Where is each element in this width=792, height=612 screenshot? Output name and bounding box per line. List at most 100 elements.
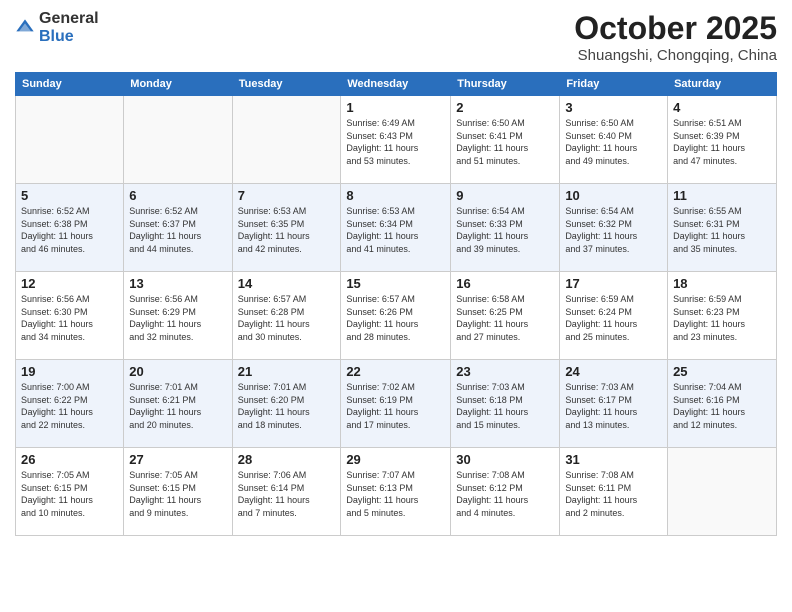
day-info: Sunrise: 6:55 AM Sunset: 6:31 PM Dayligh… [673,205,771,255]
day-info: Sunrise: 6:51 AM Sunset: 6:39 PM Dayligh… [673,117,771,167]
day-info: Sunrise: 7:01 AM Sunset: 6:20 PM Dayligh… [238,381,336,431]
day-info: Sunrise: 6:58 AM Sunset: 6:25 PM Dayligh… [456,293,554,343]
day-number: 12 [21,276,118,291]
day-info: Sunrise: 7:07 AM Sunset: 6:13 PM Dayligh… [346,469,445,519]
day-cell: 21Sunrise: 7:01 AM Sunset: 6:20 PM Dayli… [232,360,341,448]
day-number: 26 [21,452,118,467]
day-info: Sunrise: 6:49 AM Sunset: 6:43 PM Dayligh… [346,117,445,167]
day-info: Sunrise: 6:52 AM Sunset: 6:37 PM Dayligh… [129,205,226,255]
day-number: 13 [129,276,226,291]
week-row-1: 1Sunrise: 6:49 AM Sunset: 6:43 PM Daylig… [16,96,777,184]
day-number: 16 [456,276,554,291]
day-cell: 10Sunrise: 6:54 AM Sunset: 6:32 PM Dayli… [560,184,668,272]
day-info: Sunrise: 6:59 AM Sunset: 6:24 PM Dayligh… [565,293,662,343]
day-info: Sunrise: 7:08 AM Sunset: 6:11 PM Dayligh… [565,469,662,519]
day-cell: 31 Sunrise: 7:08 AM Sunset: 6:11 PM Dayli… [560,448,668,536]
day-info: Sunrise: 7:03 AM Sunset: 6:18 PM Dayligh… [456,381,554,431]
calendar: Sunday Monday Tuesday Wednesday Thursday… [15,72,777,536]
day-info: Sunrise: 7:05 AM Sunset: 6:15 PM Dayligh… [21,469,118,519]
day-info: Sunrise: 6:57 AM Sunset: 6:26 PM Dayligh… [346,293,445,343]
day-number: 7 [238,188,336,203]
day-info: Sunrise: 7:04 AM Sunset: 6:16 PM Dayligh… [673,381,771,431]
day-number: 5 [21,188,118,203]
logo-blue: Blue [39,28,99,46]
day-cell: 13Sunrise: 6:56 AM Sunset: 6:29 PM Dayli… [124,272,232,360]
header: General Blue October 2025 Shuangshi, Cho… [15,10,777,64]
day-info: Sunrise: 6:59 AM Sunset: 6:23 PM Dayligh… [673,293,771,343]
day-number: 19 [21,364,118,379]
week-row-4: 19Sunrise: 7:00 AM Sunset: 6:22 PM Dayli… [16,360,777,448]
day-cell: 23 Sunrise: 7:03 AM Sunset: 6:18 PM Dayli… [451,360,560,448]
day-cell: 22Sunrise: 7:02 AM Sunset: 6:19 PM Dayli… [341,360,451,448]
day-cell: 24 Sunrise: 7:03 AM Sunset: 6:17 PM Dayli… [560,360,668,448]
day-number: 28 [238,452,336,467]
day-cell [16,96,124,184]
day-number: 14 [238,276,336,291]
day-number: 30 [456,452,554,467]
col-friday: Friday [560,73,668,96]
day-cell: 8 Sunrise: 6:53 AM Sunset: 6:34 PM Daylig… [341,184,451,272]
day-info: Sunrise: 7:03 AM Sunset: 6:17 PM Dayligh… [565,381,662,431]
day-info: Sunrise: 7:08 AM Sunset: 6:12 PM Dayligh… [456,469,554,519]
day-cell: 11 Sunrise: 6:55 AM Sunset: 6:31 PM Dayli… [668,184,777,272]
day-cell: 7 Sunrise: 6:53 AM Sunset: 6:35 PM Daylig… [232,184,341,272]
day-info: Sunrise: 6:50 AM Sunset: 6:40 PM Dayligh… [565,117,662,167]
day-info: Sunrise: 7:06 AM Sunset: 6:14 PM Dayligh… [238,469,336,519]
col-sunday: Sunday [16,73,124,96]
day-number: 6 [129,188,226,203]
day-cell: 30 Sunrise: 7:08 AM Sunset: 6:12 PM Dayli… [451,448,560,536]
day-cell: 25 Sunrise: 7:04 AM Sunset: 6:16 PM Dayli… [668,360,777,448]
col-saturday: Saturday [668,73,777,96]
day-cell: 15 Sunrise: 6:57 AM Sunset: 6:26 PM Dayli… [341,272,451,360]
day-number: 23 [456,364,554,379]
day-number: 22 [346,364,445,379]
day-cell: 29 Sunrise: 7:07 AM Sunset: 6:13 PM Dayli… [341,448,451,536]
day-cell: 17 Sunrise: 6:59 AM Sunset: 6:24 PM Dayli… [560,272,668,360]
day-info: Sunrise: 7:01 AM Sunset: 6:21 PM Dayligh… [129,381,226,431]
day-cell: 6 Sunrise: 6:52 AM Sunset: 6:37 PM Daylig… [124,184,232,272]
day-number: 25 [673,364,771,379]
day-number: 20 [129,364,226,379]
day-number: 10 [565,188,662,203]
day-number: 2 [456,100,554,115]
page: General Blue October 2025 Shuangshi, Cho… [0,0,792,612]
day-info: Sunrise: 6:50 AM Sunset: 6:41 PM Dayligh… [456,117,554,167]
day-info: Sunrise: 6:54 AM Sunset: 6:33 PM Dayligh… [456,205,554,255]
day-number: 4 [673,100,771,115]
day-number: 24 [565,364,662,379]
day-number: 9 [456,188,554,203]
day-cell [124,96,232,184]
day-cell: 16 Sunrise: 6:58 AM Sunset: 6:25 PM Dayli… [451,272,560,360]
week-row-2: 5 Sunrise: 6:52 AM Sunset: 6:38 PM Daylig… [16,184,777,272]
day-number: 29 [346,452,445,467]
day-cell: 28 Sunrise: 7:06 AM Sunset: 6:14 PM Dayli… [232,448,341,536]
day-cell: 27 Sunrise: 7:05 AM Sunset: 6:15 PM Dayli… [124,448,232,536]
logo-icon [15,18,35,38]
title-section: October 2025 Shuangshi, Chongqing, China [574,10,777,64]
day-number: 18 [673,276,771,291]
col-tuesday: Tuesday [232,73,341,96]
day-cell: 26 Sunrise: 7:05 AM Sunset: 6:15 PM Dayli… [16,448,124,536]
day-info: Sunrise: 6:53 AM Sunset: 6:34 PM Dayligh… [346,205,445,255]
day-cell: 18 Sunrise: 6:59 AM Sunset: 6:23 PM Dayli… [668,272,777,360]
day-number: 31 [565,452,662,467]
day-cell [668,448,777,536]
week-row-5: 26 Sunrise: 7:05 AM Sunset: 6:15 PM Dayli… [16,448,777,536]
day-cell: 3 Sunrise: 6:50 AM Sunset: 6:40 PM Daylig… [560,96,668,184]
day-info: Sunrise: 6:53 AM Sunset: 6:35 PM Dayligh… [238,205,336,255]
day-cell: 5 Sunrise: 6:52 AM Sunset: 6:38 PM Daylig… [16,184,124,272]
day-info: Sunrise: 6:52 AM Sunset: 6:38 PM Dayligh… [21,205,118,255]
day-number: 8 [346,188,445,203]
col-thursday: Thursday [451,73,560,96]
day-info: Sunrise: 7:05 AM Sunset: 6:15 PM Dayligh… [129,469,226,519]
week-row-3: 12Sunrise: 6:56 AM Sunset: 6:30 PM Dayli… [16,272,777,360]
day-number: 27 [129,452,226,467]
header-row: Sunday Monday Tuesday Wednesday Thursday… [16,73,777,96]
day-number: 11 [673,188,771,203]
month-title: October 2025 [574,10,777,47]
day-number: 3 [565,100,662,115]
day-info: Sunrise: 6:57 AM Sunset: 6:28 PM Dayligh… [238,293,336,343]
day-number: 17 [565,276,662,291]
day-cell: 2 Sunrise: 6:50 AM Sunset: 6:41 PM Daylig… [451,96,560,184]
day-number: 15 [346,276,445,291]
